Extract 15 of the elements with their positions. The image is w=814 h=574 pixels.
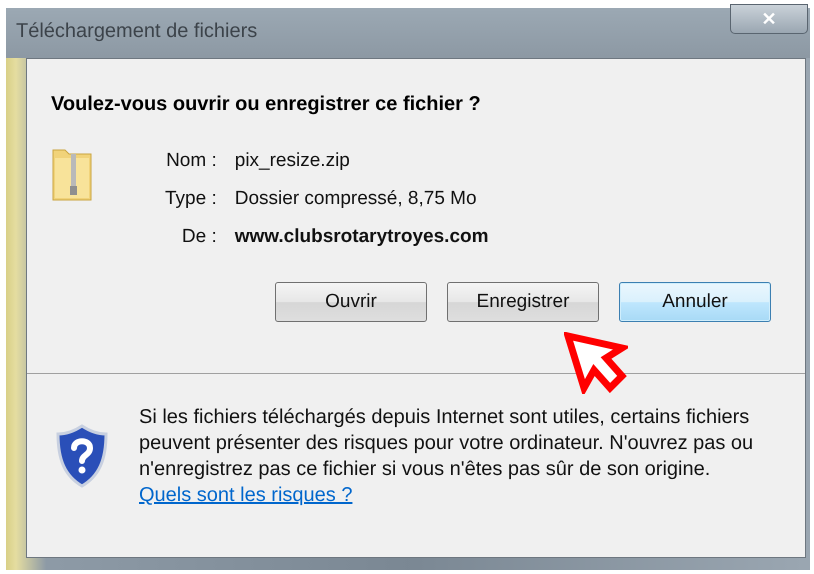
field-value: Dossier compressé, 8,75 Mo xyxy=(234,188,478,210)
field-label: Nom : xyxy=(165,150,217,172)
risks-link[interactable]: Quels sont les risques ? xyxy=(139,484,352,506)
dialog-button[interactable]: Ouvrir xyxy=(275,282,427,322)
field-label: De : xyxy=(180,226,217,248)
dialog-button[interactable]: Enregistrer xyxy=(447,282,599,322)
pointer-icon xyxy=(564,332,628,394)
window-title: Téléchargement de fichiers xyxy=(15,19,258,43)
dialog-question: Voulez-vous ouvrir ou enregistrer ce fichier ? xyxy=(50,92,482,116)
field-value: www.clubsrotarytroyes.com xyxy=(234,226,489,248)
shield-question-icon xyxy=(55,424,109,488)
field-value: pix_resize.zip xyxy=(234,150,351,172)
warning-text: Si les fichiers téléchargés depuis Internet sont utiles, certains fichiers peuvent présenter des risques pour votre ordinateur. N'ouvrez pas ou n'enregistrez pas ce fichier si vous n'êtes pas sûr de son origine. Quels sont les risques ? xyxy=(139,405,754,508)
dialog-button[interactable]: Annuler xyxy=(619,282,771,322)
field-label: Type : xyxy=(165,188,217,210)
